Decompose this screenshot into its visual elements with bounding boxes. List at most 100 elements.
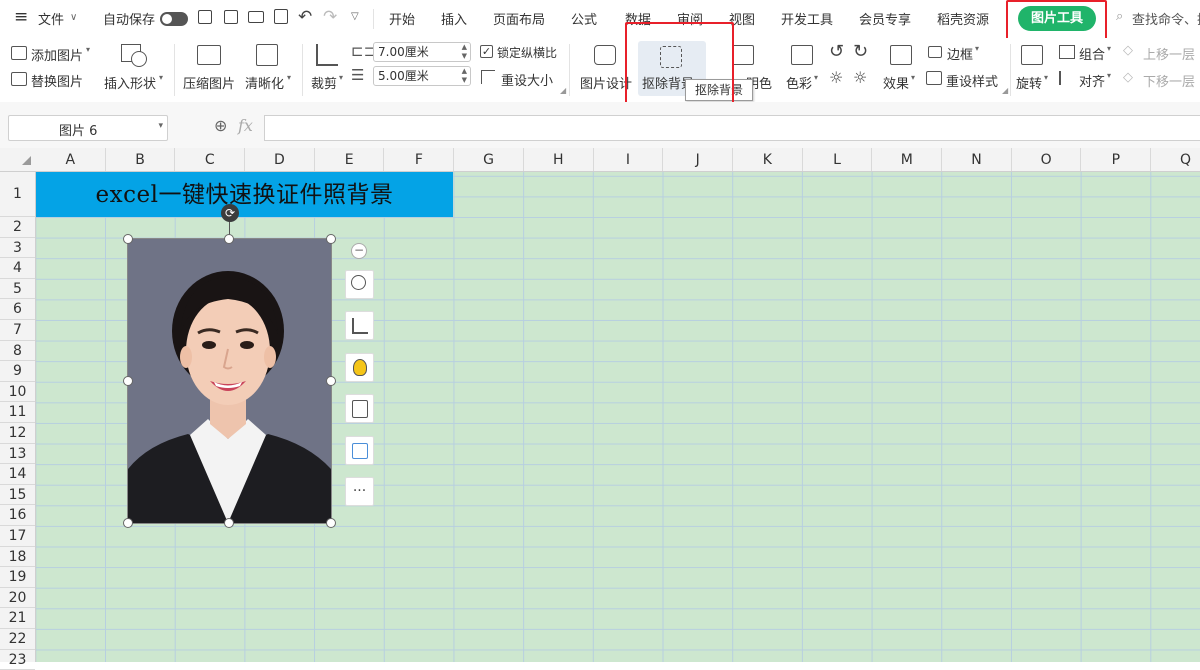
brightness-up-icon[interactable]: ☼ <box>829 68 843 87</box>
reset-size-button[interactable]: 重设大小 <box>501 70 553 89</box>
resize-handle-e[interactable] <box>326 376 336 386</box>
reset-style-button[interactable]: 重设样式 <box>946 71 998 90</box>
dropdown-arrow-icon[interactable]: ▾ <box>339 73 343 82</box>
row-header-20[interactable]: 20 <box>0 588 35 609</box>
column-header-i[interactable]: I <box>594 148 664 171</box>
align-button[interactable]: 对齐 <box>1079 71 1105 90</box>
select-all-icon[interactable] <box>22 156 31 165</box>
column-header-n[interactable]: N <box>942 148 1012 171</box>
stepper-arrows-icon[interactable]: ▲ ▼ <box>462 43 467 61</box>
column-header-b[interactable]: B <box>106 148 176 171</box>
smart-beautify-button[interactable] <box>345 353 374 382</box>
extract-text-button[interactable] <box>345 394 374 423</box>
rotate-left-icon[interactable]: ↺ <box>829 41 844 62</box>
dropdown-arrow-icon[interactable]: ▾ <box>911 73 915 82</box>
save-icon[interactable] <box>198 10 212 24</box>
name-box[interactable]: 图片 6 ▾ <box>8 115 168 141</box>
tab-docer[interactable]: 稻壳资源 <box>937 9 989 28</box>
dropdown-arrow-icon[interactable]: ▾ <box>159 73 163 82</box>
resize-handle-ne[interactable] <box>326 234 336 244</box>
tab-formulas[interactable]: 公式 <box>571 9 597 28</box>
dropdown-arrow-icon[interactable]: ▾ <box>1107 71 1111 80</box>
dropdown-arrow-icon[interactable]: ▾ <box>1107 44 1111 53</box>
rotate-handle-icon[interactable]: ⟳ <box>221 204 239 222</box>
dropdown-arrow-icon[interactable]: ▾ <box>975 44 979 53</box>
resize-handle-nw[interactable] <box>123 234 133 244</box>
width-input[interactable]: 7.00厘米 ▲ ▼ <box>373 42 471 62</box>
column-header-q[interactable]: Q <box>1151 148 1200 171</box>
column-header-o[interactable]: O <box>1012 148 1082 171</box>
row-header-3[interactable]: 3 <box>0 238 35 259</box>
replace-picture-button[interactable]: 替换图片 <box>31 71 83 90</box>
lock-ratio-checkbox[interactable]: ✓ <box>480 45 493 58</box>
column-header-d[interactable]: D <box>245 148 315 171</box>
color-button[interactable]: 色彩 <box>786 73 812 92</box>
more-icon[interactable]: ··· <box>345 477 374 506</box>
dropdown-arrow-icon[interactable]: ▾ <box>287 73 291 82</box>
column-header-e[interactable]: E <box>315 148 385 171</box>
chevron-down-icon[interactable]: ▾ <box>158 121 163 131</box>
fx-icon[interactable]: fx <box>238 116 253 135</box>
row-header-23[interactable]: 23 <box>0 650 35 670</box>
column-header-f[interactable]: F <box>385 148 455 171</box>
group-launcher-icon[interactable]: ◢ <box>1002 86 1008 95</box>
group-launcher-icon[interactable]: ◢ <box>560 86 566 95</box>
zoom-icon[interactable]: ⊕ <box>214 116 227 135</box>
brightness-down-icon[interactable]: ☼ <box>853 68 867 87</box>
dropdown-arrow-icon[interactable]: ▾ <box>814 73 818 82</box>
column-header-j[interactable]: J <box>663 148 733 171</box>
picture-to-pdf-button[interactable] <box>345 436 374 465</box>
dropdown-arrow-icon[interactable]: ▾ <box>1044 73 1048 82</box>
row-header-5[interactable]: 5 <box>0 279 35 300</box>
stepper-arrows-icon[interactable]: ▲ ▼ <box>462 67 467 85</box>
column-header-c[interactable]: C <box>175 148 246 171</box>
insert-shape-button[interactable]: 插入形状 <box>104 73 156 92</box>
row-header-21[interactable]: 21 <box>0 608 35 629</box>
row-header-17[interactable]: 17 <box>0 526 35 547</box>
hamburger-icon[interactable]: ≡ <box>14 7 28 27</box>
column-header-p[interactable]: P <box>1082 148 1152 171</box>
column-header-g[interactable]: G <box>454 148 524 171</box>
tab-home[interactable]: 开始 <box>389 9 415 28</box>
bring-forward-button[interactable]: 上移一层 <box>1143 44 1195 63</box>
tab-page-layout[interactable]: 页面布局 <box>493 9 545 28</box>
row-header-12[interactable]: 12 <box>0 423 35 444</box>
tab-member[interactable]: 会员专享 <box>859 9 911 28</box>
row-header-8[interactable]: 8 <box>0 341 35 362</box>
height-input[interactable]: 5.00厘米 ▲ ▼ <box>373 66 471 86</box>
print-preview-icon[interactable] <box>274 9 288 24</box>
id-photo[interactable] <box>127 238 332 524</box>
row-header-16[interactable]: 16 <box>0 505 35 526</box>
row-header-11[interactable]: 11 <box>0 402 35 423</box>
search-icon[interactable]: ⌕ <box>1116 9 1123 24</box>
row-header-19[interactable]: 19 <box>0 567 35 588</box>
row-header-22[interactable]: 22 <box>0 629 35 650</box>
sharpen-button[interactable]: 清晰化 <box>245 73 284 92</box>
column-header-h[interactable]: H <box>524 148 594 171</box>
add-picture-button[interactable]: 添加图片 <box>31 45 83 64</box>
rotate-button[interactable]: 旋转 <box>1016 73 1042 92</box>
dropdown-arrow-icon[interactable]: ▾ <box>86 45 90 54</box>
row-header-10[interactable]: 10 <box>0 382 35 403</box>
resize-handle-w[interactable] <box>123 376 133 386</box>
resize-handle-sw[interactable] <box>123 518 133 528</box>
undo-icon[interactable]: ↶ <box>298 7 312 27</box>
column-header-l[interactable]: L <box>803 148 873 171</box>
row-header-1[interactable]: 1 <box>0 172 35 217</box>
chevron-down-icon[interactable]: ∨ <box>70 12 77 23</box>
resize-handle-se[interactable] <box>326 518 336 528</box>
resize-handle-n[interactable] <box>224 234 234 244</box>
autosave-toggle[interactable] <box>160 12 188 26</box>
compress-picture-button[interactable]: 压缩图片 <box>183 73 235 92</box>
print-icon[interactable] <box>248 11 264 23</box>
formula-input[interactable] <box>264 115 1200 141</box>
collapse-toolbar-icon[interactable]: − <box>351 243 367 259</box>
border-button[interactable]: 边框 <box>947 44 973 63</box>
row-header-4[interactable]: 4 <box>0 258 35 279</box>
resize-handle-s[interactable] <box>224 518 234 528</box>
crop-button[interactable]: 裁剪 <box>311 73 337 92</box>
group-button[interactable]: 组合 <box>1079 44 1105 63</box>
redo-icon[interactable]: ↷ <box>323 7 337 27</box>
effects-button[interactable]: 效果 <box>883 73 909 92</box>
row-header-13[interactable]: 13 <box>0 444 35 465</box>
